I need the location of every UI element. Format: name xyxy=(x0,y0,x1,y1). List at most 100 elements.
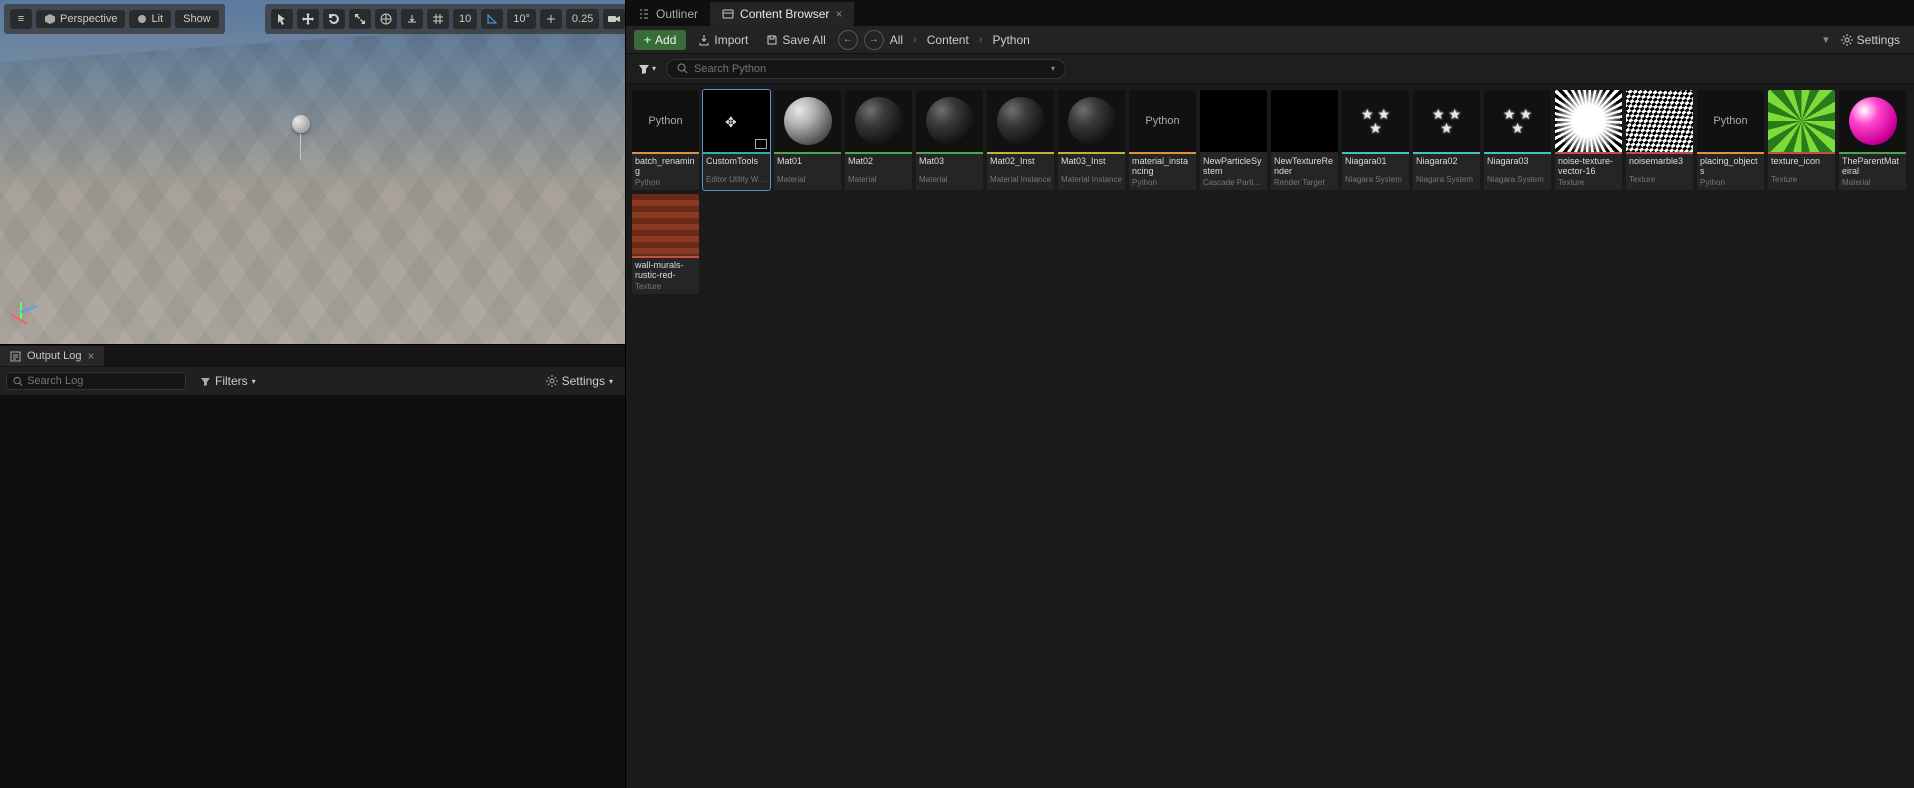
asset-tile[interactable]: Mat02_InstMaterial Instance xyxy=(987,90,1054,190)
nav-forward-button[interactable]: → xyxy=(864,30,884,50)
filters-button[interactable]: Filters ▾ xyxy=(194,371,262,391)
asset-tile[interactable]: Pythonplacing_objectsPython xyxy=(1697,90,1764,190)
asset-name-label: Niagara01 xyxy=(1342,154,1409,174)
axis-gizmo[interactable] xyxy=(8,302,42,336)
scale-snap-icon[interactable] xyxy=(540,9,562,29)
save-all-button[interactable]: Save All xyxy=(760,30,831,50)
log-settings-label: Settings xyxy=(562,374,605,388)
viewport-show-button[interactable]: Show xyxy=(175,10,219,28)
output-log-tab-label: Output Log xyxy=(27,350,81,362)
breadcrumb-python[interactable]: Python xyxy=(992,33,1029,47)
output-log-tabbar: Output Log × xyxy=(0,345,625,367)
add-button[interactable]: + Add xyxy=(634,30,686,50)
tab-content-browser[interactable]: Content Browser × xyxy=(710,2,854,26)
nav-back-button[interactable]: ← xyxy=(838,30,858,50)
output-log-toolbar: Filters ▾ Settings ▾ xyxy=(0,367,625,395)
close-icon[interactable]: × xyxy=(835,7,842,21)
import-button[interactable]: Import xyxy=(692,30,754,50)
asset-thumbnail: ★ ★ ★ xyxy=(1342,90,1409,152)
gear-icon xyxy=(1841,34,1853,46)
add-label: Add xyxy=(655,33,676,47)
asset-tile[interactable]: wall-murals-rustic-red-Texture xyxy=(632,194,699,294)
camera-speed-icon[interactable] xyxy=(603,9,625,29)
asset-thumbnail xyxy=(916,90,983,152)
asset-thumbnail: ★ ★ ★ xyxy=(1413,90,1480,152)
world-local-icon[interactable] xyxy=(375,9,397,29)
breadcrumb-all[interactable]: All xyxy=(890,33,903,47)
import-icon xyxy=(698,34,710,46)
angle-snap-value[interactable]: 10° xyxy=(507,9,536,29)
viewport-actor-sphere[interactable] xyxy=(292,115,310,133)
asset-tile[interactable]: texture_iconTexture xyxy=(1768,90,1835,190)
breadcrumb-content[interactable]: Content xyxy=(927,33,969,47)
asset-tile[interactable]: Mat01Material xyxy=(774,90,841,190)
asset-tile[interactable]: Pythonbatch_renamingPython xyxy=(632,90,699,190)
asset-tile[interactable]: ★ ★ ★ Niagara01Niagara System xyxy=(1342,90,1409,190)
scale-tool-icon[interactable] xyxy=(349,9,371,29)
asset-type-label: Material Instance xyxy=(1058,174,1125,187)
scale-snap-value[interactable]: 0.25 xyxy=(566,9,599,29)
asset-type-label: Editor Utility Wi… xyxy=(703,174,770,187)
asset-thumbnail xyxy=(1839,90,1906,152)
asset-tile[interactable]: noisemarble3Texture xyxy=(1626,90,1693,190)
filter-button[interactable]: ▾ xyxy=(634,61,660,77)
asset-type-label: Niagara System xyxy=(1413,174,1480,187)
filter-icon xyxy=(638,63,650,75)
select-tool-icon[interactable] xyxy=(271,9,293,29)
asset-tile[interactable]: NewTextureRenderRender Target xyxy=(1271,90,1338,190)
save-icon xyxy=(766,34,778,46)
asset-name-label: noisemarble3 xyxy=(1626,154,1693,174)
tab-outliner[interactable]: Outliner xyxy=(626,2,710,26)
asset-tile[interactable]: TheParentMateiralMaterial xyxy=(1839,90,1906,190)
asset-tile[interactable]: Mat03Material xyxy=(916,90,983,190)
output-log-tab[interactable]: Output Log × xyxy=(0,346,104,366)
asset-type-label: Cascade Partic… xyxy=(1200,177,1267,190)
viewport-menu-icon[interactable]: ≡ xyxy=(10,9,32,29)
asset-type-label: Texture xyxy=(1626,174,1693,187)
output-log-body[interactable] xyxy=(0,395,625,788)
angle-snap-icon[interactable] xyxy=(481,9,503,29)
viewport-3d[interactable]: ≡ Perspective Lit Show xyxy=(0,0,625,345)
lit-label: Lit xyxy=(151,13,163,25)
log-settings-button[interactable]: Settings ▾ xyxy=(540,371,619,391)
asset-thumbnail xyxy=(1200,90,1267,152)
search-icon xyxy=(677,63,688,74)
asset-name-label: Mat03_Inst xyxy=(1058,154,1125,174)
asset-tile[interactable]: Mat03_InstMaterial Instance xyxy=(1058,90,1125,190)
rotate-tool-icon[interactable] xyxy=(323,9,345,29)
output-log-search-input[interactable] xyxy=(27,375,179,387)
content-browser-search-input[interactable] xyxy=(694,63,1045,75)
surface-snap-icon[interactable] xyxy=(401,9,423,29)
close-icon[interactable]: × xyxy=(87,349,94,363)
asset-tile[interactable]: NewParticleSystemCascade Partic… xyxy=(1200,90,1267,190)
translate-tool-icon[interactable] xyxy=(297,9,319,29)
asset-name-label: CustomTools xyxy=(703,154,770,174)
perspective-label: Perspective xyxy=(60,13,117,25)
content-browser-search[interactable]: ▾ xyxy=(666,59,1066,79)
tab-outliner-label: Outliner xyxy=(656,7,698,21)
asset-tile[interactable]: ★ ★ ★ Niagara02Niagara System xyxy=(1413,90,1480,190)
asset-name-label: NewParticleSystem xyxy=(1200,154,1267,177)
axis-x-icon xyxy=(11,314,28,325)
asset-tile[interactable]: ✥CustomToolsEditor Utility Wi… xyxy=(703,90,770,190)
content-browser-icon xyxy=(722,8,734,20)
cb-settings-button[interactable]: Settings xyxy=(1835,30,1906,50)
search-icon xyxy=(13,376,23,387)
right-tabbar: Outliner Content Browser × xyxy=(626,0,1914,26)
viewport-lit-button[interactable]: Lit xyxy=(129,10,171,28)
asset-name-label: NewTextureRender xyxy=(1271,154,1338,177)
viewport-perspective-button[interactable]: Perspective xyxy=(36,10,125,28)
asset-tile[interactable]: noise-texture-vector-16Texture xyxy=(1555,90,1622,190)
asset-tile[interactable]: Pythonmaterial_instancingPython xyxy=(1129,90,1196,190)
chevron-down-icon[interactable]: ▾ xyxy=(1051,64,1055,73)
grid-snap-icon[interactable] xyxy=(427,9,449,29)
asset-type-label: Texture xyxy=(632,281,699,294)
asset-tile[interactable]: ★ ★ ★ Niagara03Niagara System xyxy=(1484,90,1551,190)
asset-grid[interactable]: Pythonbatch_renamingPython✥CustomToolsEd… xyxy=(626,84,1914,788)
chevron-right-icon: › xyxy=(913,34,917,46)
output-log-search[interactable] xyxy=(6,372,186,390)
grid-snap-value[interactable]: 10 xyxy=(453,9,477,29)
breadcrumb-dropdown-icon[interactable]: ▾ xyxy=(1823,33,1829,46)
asset-tile[interactable]: Mat02Material xyxy=(845,90,912,190)
gear-icon xyxy=(546,375,558,387)
